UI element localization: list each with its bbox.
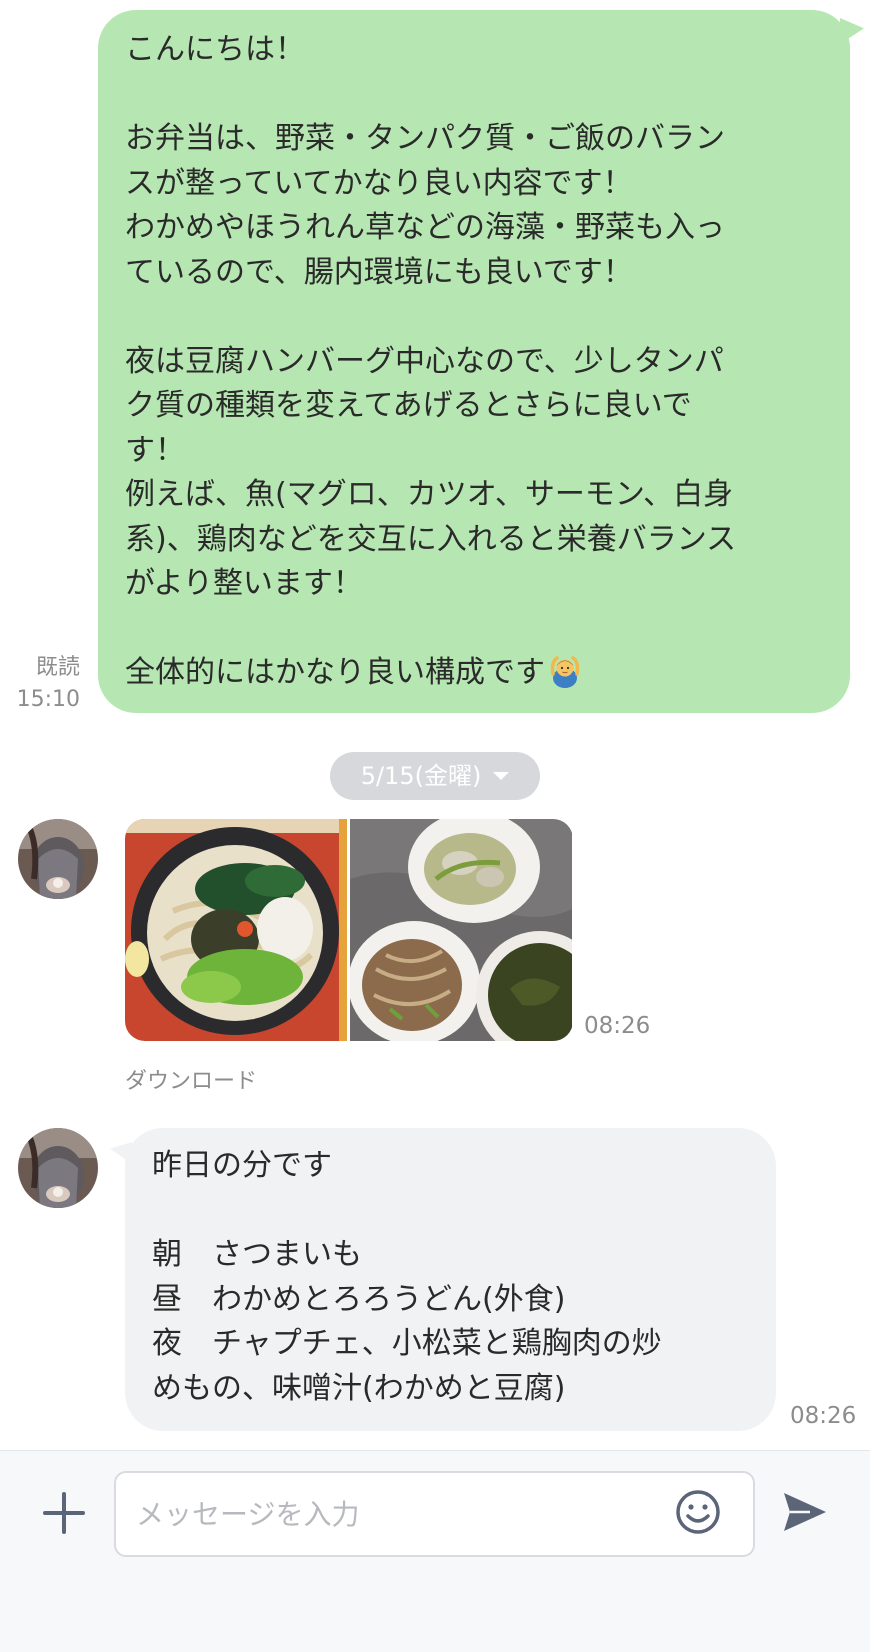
outgoing-message-line: ク質の種類を変えてあげるとさらに良いで	[125, 388, 692, 423]
outgoing-message-line: 夜は豆腐ハンバーグ中心なので、少しタンパ	[125, 343, 724, 379]
outgoing-message-line	[125, 295, 822, 340]
read-status: 既読 15:10	[17, 652, 80, 716]
photo-message[interactable]	[125, 819, 573, 1041]
outgoing-message-line: がより整います！	[125, 566, 363, 601]
incoming-message-line: 夜 チャプチェ、小松菜と鶏胸肉の炒	[152, 1326, 662, 1361]
smiley-icon	[676, 1490, 720, 1534]
incoming-message-line: 朝 さつまいも	[152, 1237, 362, 1272]
plus-icon	[43, 1492, 85, 1534]
message-input-bar	[0, 1450, 870, 1652]
incoming-message-line: 昨日の分です	[152, 1148, 332, 1183]
outgoing-message-line: こんにちは！	[125, 32, 305, 67]
read-label: 既読	[35, 655, 80, 680]
side-dishes-photo[interactable]	[348, 819, 573, 1041]
send-button[interactable]	[780, 1487, 830, 1537]
outgoing-message-line: す！	[125, 432, 185, 468]
udon-bowl-photo[interactable]	[125, 819, 347, 1041]
incoming-message-line	[152, 1189, 750, 1234]
outgoing-message-time: 15:10	[16, 687, 80, 712]
person-gesturing-ok-emoji	[547, 652, 583, 702]
avatar[interactable]	[18, 819, 98, 899]
outgoing-message-line: 例えば、魚(マグロ、カツオ、サーモン、白身	[125, 477, 734, 512]
plus-button[interactable]	[42, 1491, 86, 1535]
outgoing-message-line: お弁当は、野菜・タンパク質・ご飯のバラン	[125, 121, 725, 156]
date-divider-button[interactable]: 5/15(金曜)	[330, 752, 540, 800]
outgoing-message-bubble[interactable]: こんにちは！ お弁当は、野菜・タンパク質・ご飯のバラン スが整っていてかなり良い…	[98, 10, 850, 713]
caret-down-icon	[493, 772, 510, 780]
outgoing-message-line	[125, 607, 822, 652]
outgoing-message-last-line: 全体的にはかなり良い構成です	[125, 651, 822, 696]
incoming-message-bubble[interactable]: 昨日の分です 朝 さつまいも 昼 わかめとろろうどん(外食) 夜 チャプチェ、小…	[125, 1128, 776, 1431]
date-divider-label: 5/15(金曜)	[360, 762, 482, 790]
outgoing-message-line: 系)、鶏肉などを交互に入れると栄養バランス	[125, 521, 737, 557]
outgoing-message-line-text: 全体的にはかなり良い構成です	[125, 655, 545, 690]
avatar[interactable]	[18, 1128, 98, 1208]
outgoing-message-line: ているので、腸内環境にも良いです！	[125, 254, 633, 290]
incoming-message-time: 08:26	[790, 1403, 857, 1429]
emoji-button[interactable]	[674, 1488, 722, 1536]
send-icon	[784, 1493, 826, 1531]
outgoing-message-line	[125, 73, 822, 118]
incoming-message-line: めもの、味噌汁(わかめと豆腐)	[152, 1370, 566, 1406]
download-link[interactable]: ダウンロード	[125, 1063, 257, 1095]
outgoing-message-line: わかめやほうれん草などの海藻・野菜も入っ	[125, 210, 725, 245]
message-input[interactable]	[114, 1471, 755, 1557]
incoming-message-line: 昼 わかめとろろうどん(外食)	[152, 1281, 566, 1317]
chat-area[interactable]: こんにちは！ お弁当は、野菜・タンパク質・ご飯のバラン スが整っていてかなり良い…	[0, 0, 870, 1450]
photo-message-time: 08:26	[584, 1013, 651, 1039]
outgoing-message-line: スが整っていてかなり良い内容です！	[125, 165, 633, 201]
